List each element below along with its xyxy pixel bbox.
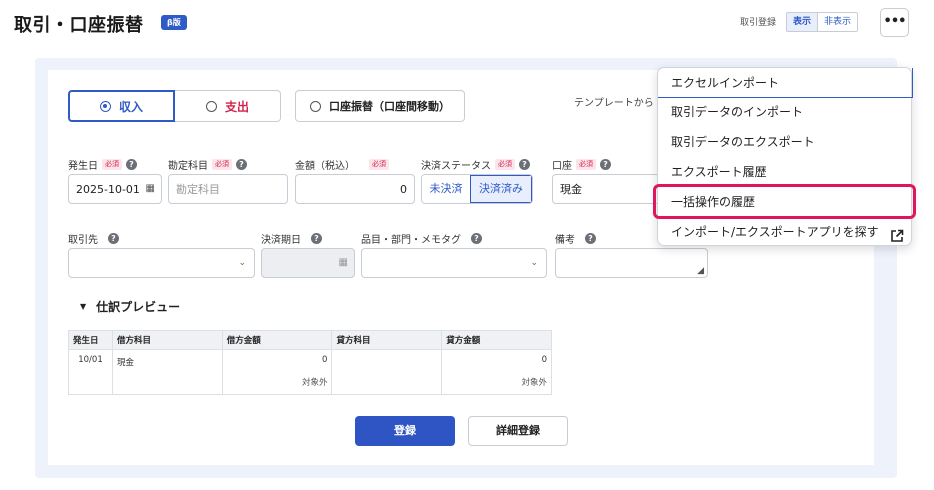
required-badge: 必須 bbox=[212, 159, 232, 170]
table-header: 貸方金額 bbox=[441, 330, 552, 350]
toggle-show-button[interactable]: 表示 bbox=[787, 13, 819, 31]
status-unsettled-button[interactable]: 未決済 bbox=[422, 175, 470, 203]
menu-item-find-apps[interactable]: インポート/エクスポートアプリを探す bbox=[658, 217, 913, 247]
external-link-icon bbox=[890, 224, 904, 242]
expense-label: 支出 bbox=[224, 99, 249, 114]
detail-submit-button[interactable]: 詳細登録 bbox=[468, 416, 568, 446]
status-label: 決済ステータス 必須 ? bbox=[421, 157, 530, 172]
due-date-input[interactable]: ▦ bbox=[261, 248, 355, 278]
item-tag-select[interactable]: ⌄ bbox=[361, 248, 547, 278]
cell-debit-account: 現金 bbox=[111, 349, 223, 395]
amount-label: 金額（税込） 必須 bbox=[295, 157, 389, 172]
cell-debit-amount: 0 対象外 bbox=[221, 349, 333, 395]
account-item-label: 勘定科目 必須 ? bbox=[168, 157, 247, 172]
toggle-hide-button[interactable]: 非表示 bbox=[818, 13, 858, 31]
status-segment: 未決済 決済済み bbox=[421, 174, 533, 204]
radio-unselected-icon bbox=[205, 100, 217, 112]
menu-item-export-history[interactable]: エクスポート履歴 bbox=[658, 157, 913, 187]
help-icon[interactable]: ? bbox=[471, 233, 482, 244]
register-display-label: 取引登録 bbox=[740, 18, 777, 28]
required-badge: 必須 bbox=[576, 159, 596, 170]
required-badge: 必須 bbox=[495, 159, 515, 170]
journal-preview-table: 発生日 借方科目 借方金額 貸方科目 貸方金額 10/01 現金 0 対象外 0… bbox=[68, 330, 552, 395]
help-icon[interactable]: ? bbox=[600, 159, 611, 170]
template-label[interactable]: テンプレートから bbox=[574, 94, 654, 109]
more-options-button[interactable]: ••• bbox=[880, 8, 909, 37]
more-horizontal-icon: ••• bbox=[883, 14, 907, 29]
memo-textarea[interactable]: ◢ bbox=[555, 248, 708, 278]
memo-label: 備考 ? bbox=[555, 231, 596, 246]
help-icon[interactable]: ? bbox=[585, 233, 596, 244]
date-input[interactable]: 2025-10-01 ▦ bbox=[68, 174, 162, 204]
calendar-icon[interactable]: ▦ bbox=[146, 183, 155, 194]
chevron-down-icon: ⌄ bbox=[238, 258, 246, 268]
table-row: 10/01 現金 0 対象外 0 対象外 bbox=[68, 349, 552, 395]
income-radio[interactable]: 収入 bbox=[68, 90, 175, 122]
help-icon[interactable]: ? bbox=[311, 233, 322, 244]
register-display-toggle: 表示 非表示 bbox=[786, 12, 859, 32]
menu-item-transaction-export[interactable]: 取引データのエクスポート bbox=[658, 127, 913, 157]
help-icon[interactable]: ? bbox=[236, 159, 247, 170]
table-header: 発生日 bbox=[68, 330, 113, 350]
beta-badge: β版 bbox=[161, 15, 187, 30]
status-settled-button[interactable]: 決済済み bbox=[470, 175, 532, 203]
radio-selected-icon bbox=[99, 100, 111, 112]
date-label: 発生日 必須 ? bbox=[68, 157, 137, 172]
resize-handle-icon[interactable]: ◢ bbox=[697, 266, 704, 276]
table-header: 貸方科目 bbox=[331, 330, 443, 350]
transfer-radio[interactable]: 口座振替（口座間移動） bbox=[295, 90, 465, 122]
required-badge: 必須 bbox=[369, 159, 389, 170]
partner-label: 取引先 ? bbox=[68, 231, 119, 246]
partner-select[interactable]: ⌄ bbox=[68, 248, 255, 278]
due-date-label: 決済期日 ? bbox=[261, 231, 322, 246]
caret-down-icon: ▼ bbox=[80, 302, 87, 311]
wallet-label: 口座 必須 ? bbox=[552, 157, 611, 172]
more-options-menu: エクセルインポート 取引データのインポート 取引データのエクスポート エクスポー… bbox=[657, 67, 913, 247]
account-item-input[interactable]: 勘定科目 bbox=[168, 174, 288, 204]
page-title: 取引・口座振替 bbox=[14, 15, 144, 36]
submit-button[interactable]: 登録 bbox=[355, 416, 455, 446]
help-icon[interactable]: ? bbox=[519, 159, 530, 170]
table-header: 借方科目 bbox=[111, 330, 223, 350]
help-icon[interactable]: ? bbox=[108, 233, 119, 244]
expense-radio[interactable]: 支出 bbox=[175, 90, 281, 122]
amount-input[interactable]: 0 bbox=[295, 174, 415, 204]
chevron-down-icon: ⌄ bbox=[530, 258, 538, 268]
cell-date: 10/01 bbox=[68, 349, 113, 395]
transfer-label: 口座振替（口座間移動） bbox=[329, 100, 450, 113]
journal-preview-toggle[interactable]: ▼ 仕訳プレビュー bbox=[80, 298, 180, 315]
wallet-select[interactable]: 現金 bbox=[552, 174, 662, 204]
item-tag-label: 品目・部門・メモタグ ? bbox=[361, 231, 482, 246]
menu-item-excel-import[interactable]: エクセルインポート bbox=[658, 68, 913, 98]
table-header: 借方金額 bbox=[221, 330, 333, 350]
required-badge: 必須 bbox=[102, 159, 122, 170]
highlight-box bbox=[653, 184, 916, 219]
calendar-icon: ▦ bbox=[338, 257, 348, 268]
cell-credit-amount: 0 対象外 bbox=[441, 349, 552, 395]
income-label: 収入 bbox=[118, 99, 143, 114]
cell-credit-account bbox=[331, 349, 443, 395]
radio-unselected-icon bbox=[310, 100, 321, 112]
help-icon[interactable]: ? bbox=[126, 159, 137, 170]
menu-item-transaction-import[interactable]: 取引データのインポート bbox=[658, 97, 913, 127]
